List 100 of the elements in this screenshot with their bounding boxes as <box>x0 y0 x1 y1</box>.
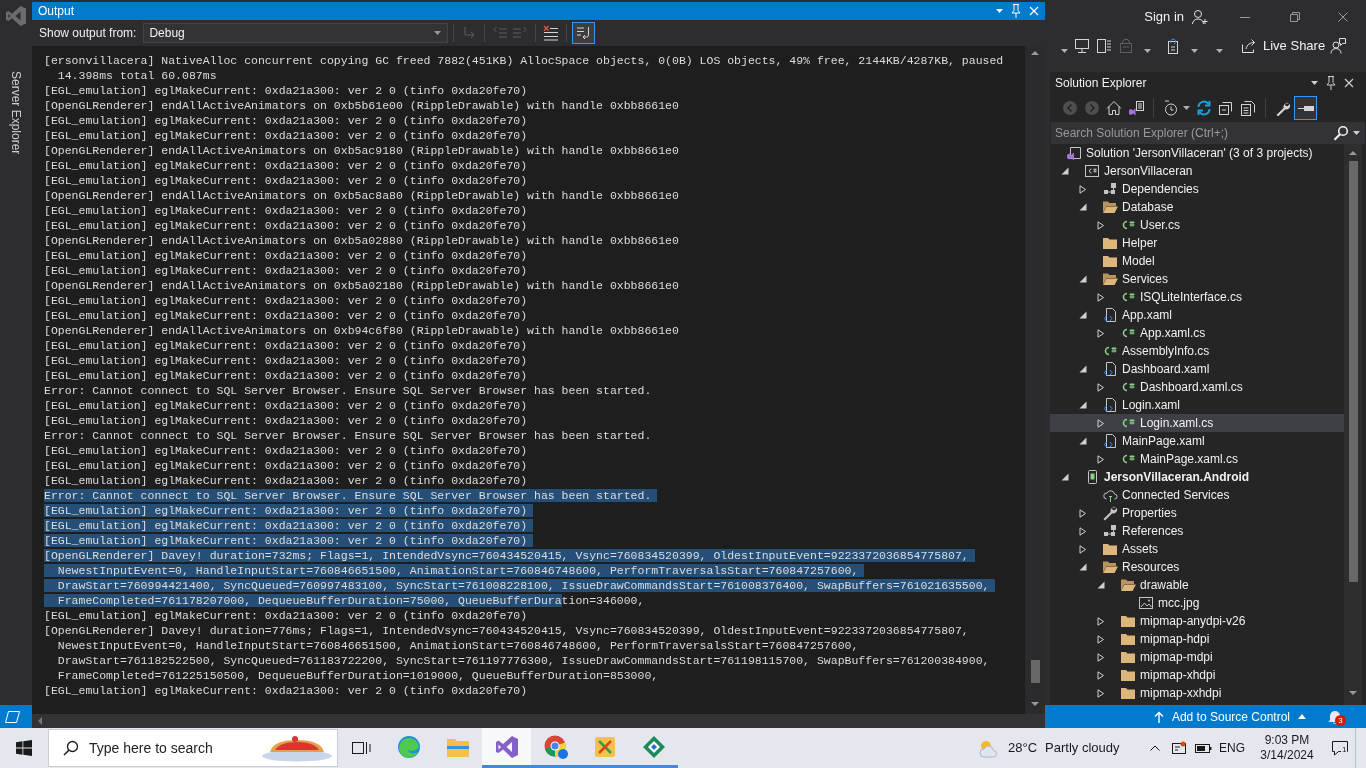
tree-item[interactable]: App.xaml <box>1050 306 1344 324</box>
clock-icon[interactable] <box>1163 100 1179 116</box>
tree-item[interactable]: App.xaml.cs <box>1050 324 1344 342</box>
speech-bubble-icon[interactable] <box>1331 740 1349 756</box>
expander-arrow-icon[interactable] <box>1097 670 1105 680</box>
tree-item[interactable]: Dashboard.xaml <box>1050 360 1344 378</box>
expander-arrow-icon[interactable] <box>1097 292 1105 302</box>
vertical-scrollbar[interactable] <box>1344 144 1362 705</box>
windows-logo-icon[interactable] <box>16 740 32 756</box>
tree-item[interactable]: Services <box>1050 270 1344 288</box>
sync-arrows-icon[interactable] <box>1196 100 1212 116</box>
close-icon[interactable] <box>1338 12 1348 22</box>
caret-down-icon[interactable] <box>434 31 442 35</box>
scroll-up-arrow-icon[interactable] <box>1349 151 1357 155</box>
expander-arrow-icon[interactable] <box>1079 563 1087 571</box>
tree-item[interactable]: mipmap-xhdpi <box>1050 666 1344 684</box>
scroll-down-arrow-icon[interactable] <box>1031 702 1039 706</box>
caret-down-icon[interactable] <box>1144 49 1151 53</box>
scroll-up-arrow-icon[interactable] <box>1031 51 1039 55</box>
search-icon[interactable] <box>1333 125 1349 141</box>
battery-icon[interactable] <box>1194 742 1212 754</box>
expander-arrow-icon[interactable] <box>1079 184 1087 194</box>
taskbar-button[interactable] <box>482 728 531 768</box>
clipboard-icon[interactable] <box>1165 38 1181 54</box>
expander-arrow-icon[interactable] <box>1097 688 1105 698</box>
output-source-dropdown[interactable]: Debug <box>143 23 449 43</box>
device-list-icon[interactable] <box>1096 38 1112 54</box>
chevron-up-icon[interactable] <box>1150 745 1160 751</box>
search-box[interactable]: Search Solution Explorer (Ctrl+;) <box>1051 122 1365 144</box>
server-explorer-tab[interactable]: Server Explorer <box>9 71 23 155</box>
expander-arrow-icon[interactable] <box>1079 365 1087 373</box>
clock-date[interactable]: 3/14/2024 <box>1260 748 1314 763</box>
taskbar-search-field[interactable]: Type here to search <box>89 737 261 759</box>
caret-down-icon[interactable] <box>1191 49 1198 53</box>
lines-cross-icon[interactable] <box>543 25 560 41</box>
expander-arrow-icon[interactable] <box>1079 401 1087 409</box>
monitor-icon[interactable] <box>1074 38 1090 54</box>
task-view-icon[interactable] <box>351 740 371 756</box>
tree-item[interactable]: MainPage.xaml <box>1050 432 1344 450</box>
tree-item[interactable]: User.cs <box>1050 216 1344 234</box>
pin-icon[interactable] <box>1326 76 1336 90</box>
scrollbar-thumb[interactable] <box>1348 161 1358 582</box>
minimize-icon[interactable] <box>1240 16 1250 18</box>
word-wrap-button[interactable] <box>572 22 596 44</box>
clock-time[interactable]: 9:03 PM <box>1264 733 1310 748</box>
caret-down-icon[interactable] <box>996 9 1003 13</box>
taskbar-search-box[interactable]: Type here to search <box>48 729 338 767</box>
tree-item[interactable]: Login.xaml <box>1050 396 1344 414</box>
tree-item[interactable]: mipmap-mdpi <box>1050 648 1344 666</box>
add-to-source-control-button[interactable]: Add to Source Control <box>1153 705 1306 728</box>
person-speech-icon[interactable] <box>1330 38 1346 54</box>
logo-document-icon[interactable] <box>1128 100 1144 116</box>
tree-item[interactable]: mipmap-hdpi <box>1050 630 1344 648</box>
tree-item[interactable]: Properties <box>1050 504 1344 522</box>
sign-in-button[interactable]: Sign in <box>1144 7 1208 27</box>
tree-item[interactable]: Dependencies <box>1050 180 1344 198</box>
restore-icon[interactable] <box>1290 12 1300 22</box>
expander-arrow-icon[interactable] <box>1097 382 1105 392</box>
caret-down-icon[interactable] <box>1353 131 1360 135</box>
tree-item[interactable]: JersonVillaceran <box>1050 162 1344 180</box>
tree-item[interactable]: Helper <box>1050 234 1344 252</box>
expander-arrow-icon[interactable] <box>1097 634 1105 644</box>
expander-arrow-icon[interactable] <box>1097 652 1105 662</box>
scrollbar-thumb[interactable] <box>1030 660 1040 683</box>
tree-item[interactable]: Resources <box>1050 558 1344 576</box>
live-share-button[interactable]: Live Share <box>1241 36 1326 56</box>
caret-down-icon[interactable] <box>1216 49 1223 53</box>
tree-item[interactable]: mcc.jpg <box>1050 594 1344 612</box>
expander-arrow-icon[interactable] <box>1061 167 1069 175</box>
expander-arrow-icon[interactable] <box>1079 203 1087 211</box>
expander-arrow-icon[interactable] <box>1079 508 1087 518</box>
tree-item[interactable]: Dashboard.xaml.cs <box>1050 378 1344 396</box>
tree-item[interactable]: AssemblyInfo.cs <box>1050 342 1344 360</box>
scroll-left-arrow-icon[interactable] <box>38 717 42 725</box>
tree-item[interactable]: JersonVillaceran.Android <box>1050 468 1344 486</box>
caret-down-icon[interactable] <box>1061 49 1068 53</box>
expander-arrow-icon[interactable] <box>1097 220 1105 230</box>
caret-down-icon[interactable] <box>1183 106 1190 110</box>
expander-arrow-icon[interactable] <box>1079 311 1087 319</box>
tree-item[interactable]: MainPage.xaml.cs <box>1050 450 1344 468</box>
home-icon[interactable] <box>1106 100 1122 116</box>
scroll-down-arrow-icon[interactable] <box>1349 691 1357 695</box>
tree-item[interactable]: Connected Services <box>1050 486 1344 504</box>
preview-toggle-button[interactable] <box>1294 96 1317 120</box>
card-icon[interactable] <box>1171 740 1187 756</box>
tree-item[interactable]: References <box>1050 522 1344 540</box>
tree-item[interactable]: mipmap-xxhdpi <box>1050 684 1344 702</box>
tree-item[interactable]: Database <box>1050 198 1344 216</box>
expander-arrow-icon[interactable] <box>1079 526 1087 536</box>
expander-arrow-icon[interactable] <box>1097 581 1105 589</box>
tree-item[interactable]: Solution 'JersonVillaceran' (3 of 3 projects) <box>1050 144 1344 162</box>
stacked-documents-icon[interactable] <box>1240 100 1256 116</box>
wrench-icon[interactable] <box>1275 100 1291 116</box>
expander-arrow-icon[interactable] <box>1097 418 1105 428</box>
expander-arrow-icon[interactable] <box>1097 616 1105 626</box>
tree-item[interactable]: Model <box>1050 252 1344 270</box>
close-icon[interactable] <box>1344 78 1354 88</box>
horizontal-scrollbar[interactable] <box>32 714 1045 728</box>
tree-item[interactable]: Assets <box>1050 540 1344 558</box>
expander-arrow-icon[interactable] <box>1061 473 1069 481</box>
